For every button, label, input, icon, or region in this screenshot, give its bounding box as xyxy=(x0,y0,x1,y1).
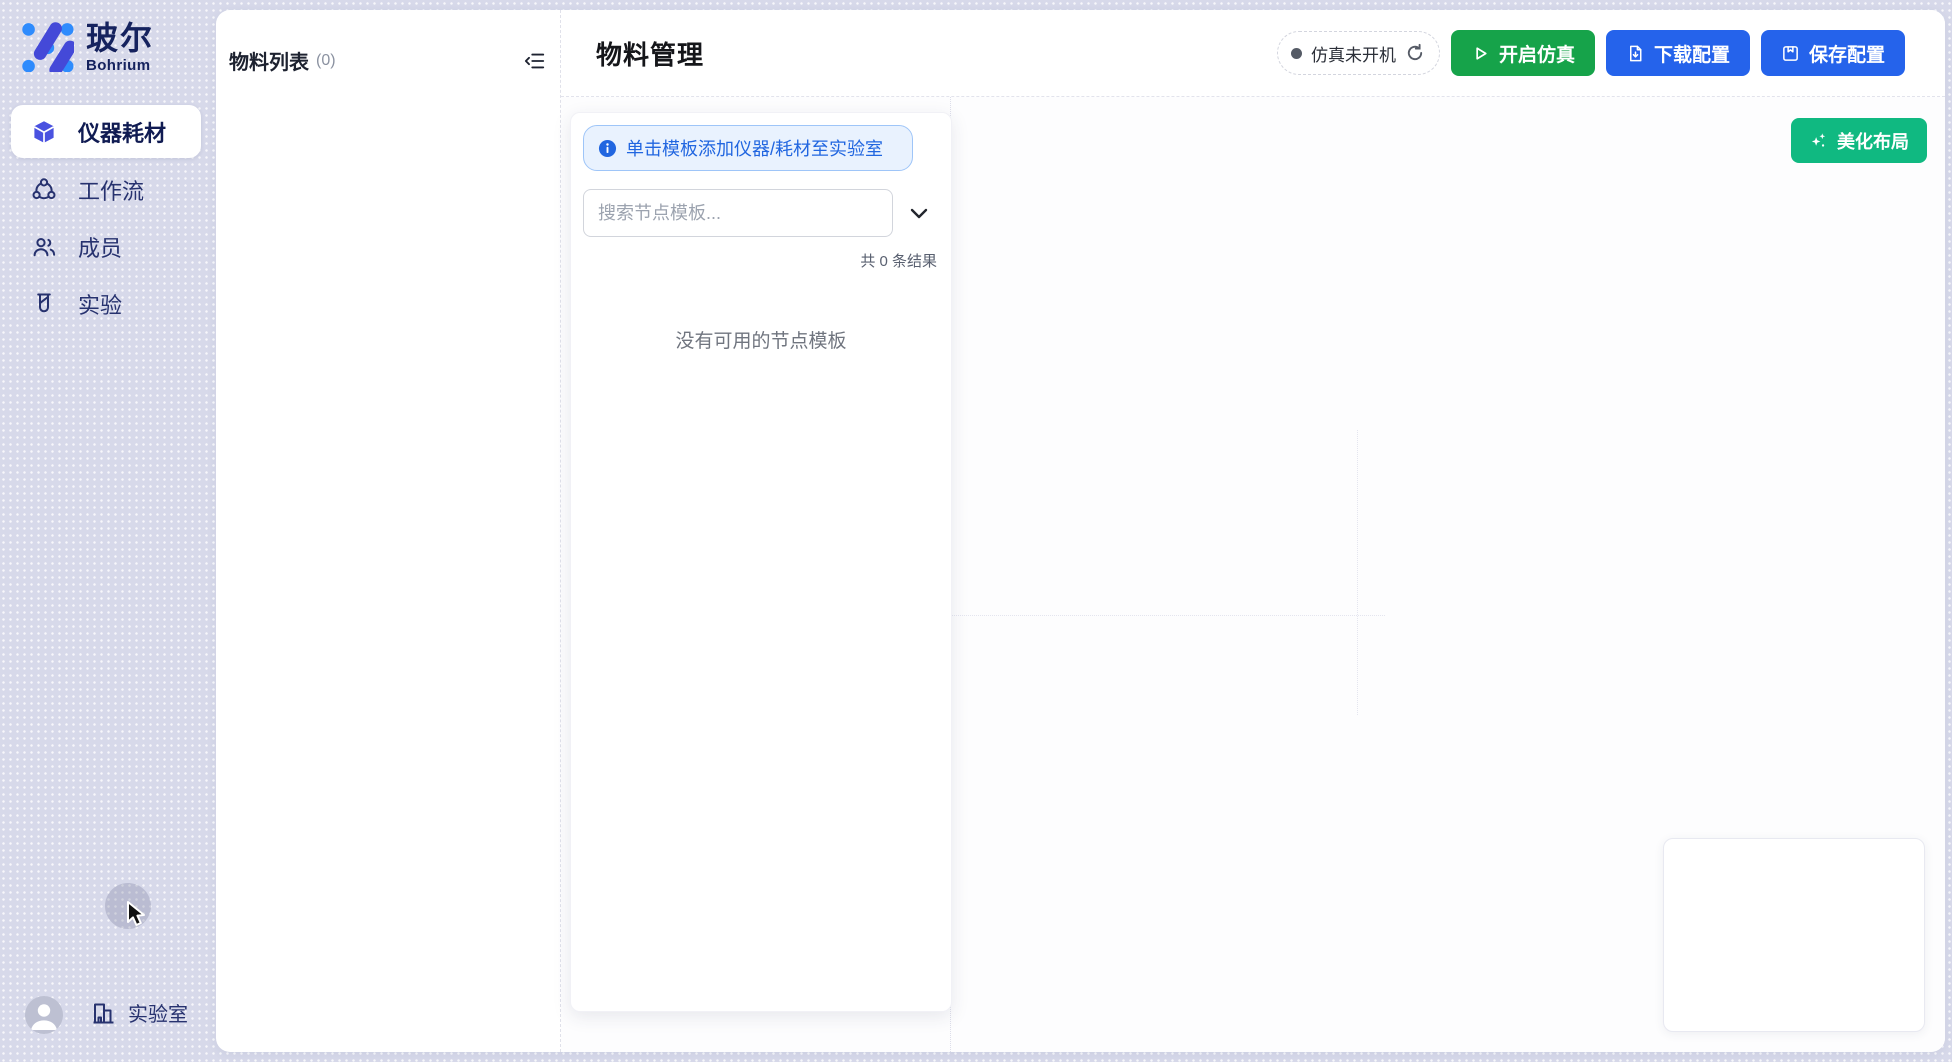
sidebar-item-label: 实验 xyxy=(78,288,122,320)
chevron-down-icon[interactable] xyxy=(907,201,933,227)
info-icon xyxy=(598,139,617,158)
user-avatar[interactable] xyxy=(25,996,63,1034)
canvas-guide-horizontal xyxy=(940,615,1385,616)
sidebar-item-label: 仪器耗材 xyxy=(78,116,166,148)
template-tip-banner: 单击模板添加仪器/耗材至实验室 xyxy=(583,125,913,171)
canvas-minimap[interactable] xyxy=(1663,838,1925,1032)
sparkles-icon xyxy=(1809,131,1828,150)
material-list-count: (0) xyxy=(316,52,336,70)
page-title: 物料管理 xyxy=(596,35,704,72)
collapse-panel-icon[interactable] xyxy=(524,50,546,72)
bohrium-app: 玻尔 Bohrium 仪器耗材 工作流 xyxy=(0,0,1952,1062)
mouse-cursor xyxy=(123,899,149,936)
sidebar-item-members[interactable]: 成员 xyxy=(0,223,212,271)
play-icon xyxy=(1471,44,1490,63)
template-tip-text: 单击模板添加仪器/耗材至实验室 xyxy=(626,135,883,161)
brand: 玻尔 Bohrium xyxy=(16,14,154,74)
template-search-input[interactable] xyxy=(583,189,893,237)
content-card: 物料列表 (0) 物料管理 仿真未开机 xyxy=(216,10,1945,1052)
result-count: 共 0 条结果 xyxy=(583,250,939,271)
file-download-icon xyxy=(1626,44,1645,63)
main-area: 物料管理 仿真未开机 xyxy=(561,10,1945,1052)
brand-name: 玻尔 xyxy=(86,20,154,56)
brand-subtitle: Bohrium xyxy=(86,57,154,74)
cube-icon xyxy=(31,119,57,145)
experiment-icon xyxy=(31,291,57,317)
save-bookmark-icon xyxy=(1781,44,1800,63)
material-list-title: 物料列表 xyxy=(229,46,309,75)
lab-label: 实验室 xyxy=(128,998,188,1027)
canvas-guide-vertical xyxy=(1357,430,1358,715)
workflow-icon xyxy=(31,177,57,203)
save-config-button[interactable]: 保存配置 xyxy=(1761,30,1905,76)
sidebar-item-laboratory[interactable]: 实验室 xyxy=(90,998,188,1027)
download-config-button[interactable]: 下载配置 xyxy=(1606,30,1750,76)
node-template-panel: 单击模板添加仪器/耗材至实验室 共 0 条结果 没有可用的节点模板 xyxy=(570,112,952,1012)
members-icon xyxy=(31,234,57,260)
empty-template-message: 没有可用的节点模板 xyxy=(583,326,939,353)
material-list-panel: 物料列表 (0) xyxy=(216,10,560,1052)
main-header: 物料管理 仿真未开机 xyxy=(561,10,1945,97)
sidebar-item-label: 成员 xyxy=(78,231,122,263)
sidebar-item-instruments[interactable]: 仪器耗材 xyxy=(11,105,201,158)
refresh-icon[interactable] xyxy=(1405,43,1425,63)
simulation-status-pill: 仿真未开机 xyxy=(1277,31,1440,75)
bohrium-logo-icon xyxy=(16,14,74,72)
sidebar-item-experiments[interactable]: 实验 xyxy=(0,280,212,328)
status-label: 仿真未开机 xyxy=(1311,41,1396,66)
beautify-layout-button[interactable]: 美化布局 xyxy=(1791,118,1927,163)
status-dot xyxy=(1291,48,1302,59)
sidebar-item-label: 工作流 xyxy=(78,174,144,206)
building-icon xyxy=(90,1000,116,1026)
flow-canvas[interactable]: 美化布局 单击模板添加仪器/耗材至实验室 xyxy=(561,97,1945,1052)
start-simulation-button[interactable]: 开启仿真 xyxy=(1451,30,1595,76)
sidebar-item-workflow[interactable]: 工作流 xyxy=(0,166,212,214)
